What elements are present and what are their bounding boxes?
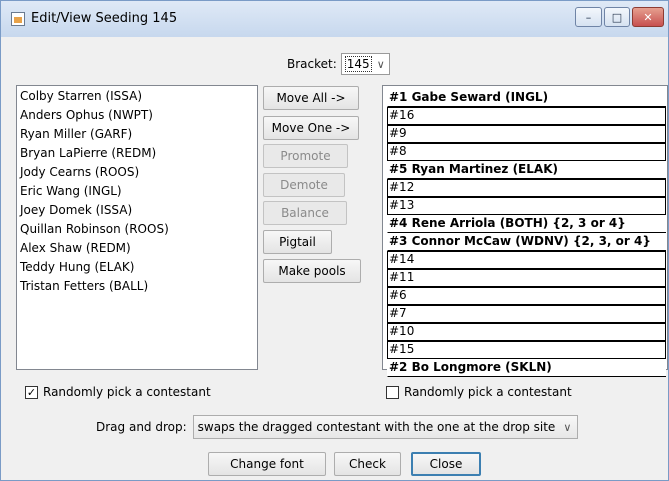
unseeded-contestants-list[interactable]: Colby Starren (ISSA) Anders Ophus (NWPT) R… <box>16 85 258 370</box>
contestant-list-item[interactable]: Jody Cearns (ROOS) <box>20 163 254 182</box>
bracket-value: 145 <box>344 56 372 72</box>
minimize-icon: – <box>585 10 592 24</box>
contestant-list-item[interactable]: Ryan Miller (GARF) <box>20 125 254 144</box>
demote-button[interactable]: Demote <box>263 173 345 197</box>
minimize-button[interactable]: – <box>575 7 602 27</box>
make-pools-button[interactable]: Make pools <box>263 259 361 283</box>
maximize-icon: □ <box>611 10 623 24</box>
close-icon: ✕ <box>643 10 653 24</box>
drag-drop-row: Drag and drop: swaps the dragged contest… <box>96 415 579 439</box>
check-button[interactable]: Check <box>334 452 401 476</box>
seed-slot[interactable]: #12 <box>387 179 666 197</box>
seed-slot[interactable]: #10 <box>387 323 666 341</box>
move-all-button[interactable]: Move All -> <box>263 86 359 110</box>
maximize-button[interactable]: □ <box>604 7 630 27</box>
drag-drop-select[interactable]: swaps the dragged contestant with the on… <box>192 415 579 439</box>
drag-drop-value: swaps the dragged contestant with the on… <box>197 420 556 434</box>
seed-slot[interactable]: #5 Ryan Martinez (ELAK) <box>387 161 666 179</box>
seed-slot[interactable]: #15 <box>387 341 666 359</box>
chevron-down-icon: ∨ <box>376 57 385 71</box>
contestant-list-item[interactable]: Teddy Hung (ELAK) <box>20 258 254 277</box>
balance-button[interactable]: Balance <box>263 201 347 225</box>
right-random-pick-row[interactable]: Randomly pick a contestant <box>386 385 572 399</box>
seed-slot[interactable]: #6 <box>387 287 666 305</box>
seed-slot[interactable]: #4 Rene Arriola (BOTH) {2, 3 or 4} <box>387 215 666 233</box>
seed-slot[interactable]: #2 Bo Longmore (SKLN) <box>387 359 666 377</box>
right-random-pick-checkbox[interactable] <box>386 385 399 399</box>
bracket-select[interactable]: 145 ∨ <box>340 53 390 75</box>
contestant-list-item[interactable]: Tristan Fetters (BALL) <box>20 277 254 296</box>
contestant-list-item[interactable]: Anders Ophus (NWPT) <box>20 106 254 125</box>
seed-slot[interactable]: #8 <box>387 143 666 161</box>
edit-seeding-window: Edit/View Seeding 145 – □ ✕ Bracket: 145… <box>0 0 669 481</box>
check-icon: ✓ <box>26 385 37 399</box>
seed-slot[interactable]: #1 Gabe Seward (INGL) <box>387 89 666 107</box>
close-button[interactable]: Close <box>411 452 481 476</box>
seed-slot[interactable]: #14 <box>387 251 666 269</box>
contestant-list-item[interactable]: Quillan Robinson (ROOS) <box>20 220 254 239</box>
right-random-pick-label: Randomly pick a contestant <box>404 385 572 399</box>
bracket-row: Bracket: 145 ∨ <box>287 53 390 75</box>
seed-slot[interactable]: #11 <box>387 269 666 287</box>
seeding-bracket-panel[interactable]: #1 Gabe Seward (INGL) #16 #9 #8 #5 Ryan Mart… <box>382 85 668 377</box>
contestant-list-item[interactable]: Alex Shaw (REDM) <box>20 239 254 258</box>
bracket-label: Bracket: <box>287 57 337 71</box>
seed-slot[interactable]: #16 <box>387 107 666 125</box>
drag-drop-label: Drag and drop: <box>96 420 187 434</box>
seed-slot[interactable]: #7 <box>387 305 666 323</box>
move-one-button[interactable]: Move One -> <box>263 116 359 140</box>
contestant-list-item[interactable]: Colby Starren (ISSA) <box>20 87 254 106</box>
contestant-list-item[interactable]: Eric Wang (INGL) <box>20 182 254 201</box>
contestant-list-item[interactable]: Bryan LaPierre (REDM) <box>20 144 254 163</box>
promote-button[interactable]: Promote <box>263 144 348 168</box>
left-random-pick-label: Randomly pick a contestant <box>43 385 211 399</box>
chevron-down-icon: ∨ <box>563 420 572 434</box>
seed-slot[interactable]: #13 <box>387 197 666 215</box>
left-random-pick-row[interactable]: ✓ Randomly pick a contestant <box>25 385 211 399</box>
contestant-list-item[interactable]: Joey Domek (ISSA) <box>20 201 254 220</box>
seed-slot[interactable]: #3 Connor McCaw (WDNV) {2, 3, or 4} <box>387 233 666 251</box>
close-window-button[interactable]: ✕ <box>632 7 664 27</box>
window-title: Edit/View Seeding 145 <box>31 11 178 26</box>
seed-slot[interactable]: #9 <box>387 125 666 143</box>
pigtail-button[interactable]: Pigtail <box>263 230 332 254</box>
left-random-pick-checkbox[interactable]: ✓ <box>25 385 38 399</box>
change-font-button[interactable]: Change font <box>208 452 326 476</box>
title-bar[interactable]: Edit/View Seeding 145 – □ ✕ <box>1 1 668 37</box>
app-icon <box>11 12 25 26</box>
